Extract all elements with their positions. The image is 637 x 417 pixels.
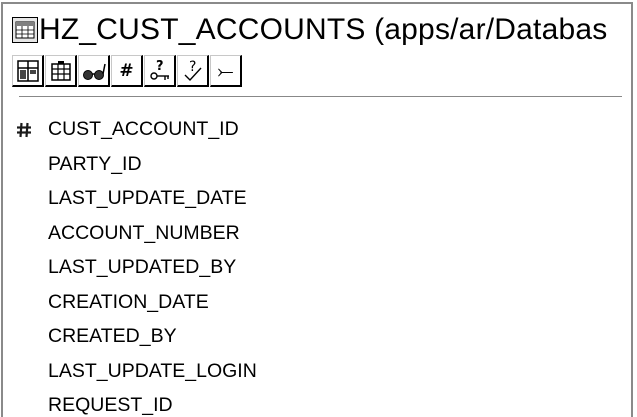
primary-key-button[interactable]: # bbox=[111, 55, 143, 87]
separator bbox=[19, 96, 622, 97]
unique-key-button[interactable]: ? bbox=[144, 55, 176, 87]
check-constraint-button[interactable]: ? bbox=[177, 55, 209, 87]
column-item-request-id[interactable]: REQUEST_ID bbox=[0, 393, 637, 417]
primary-key-icon bbox=[17, 122, 31, 138]
column-item-last-update-login[interactable]: LAST_UPDATE_LOGIN bbox=[0, 359, 637, 394]
column-name: LAST_UPDATE_LOGIN bbox=[48, 359, 257, 382]
toolbar: # ? ? ⤚ bbox=[12, 55, 242, 87]
column-name: CREATED_BY bbox=[48, 325, 177, 347]
table-icon bbox=[12, 17, 38, 43]
key-question-icon: ? bbox=[149, 59, 169, 80]
properties-icon bbox=[16, 59, 39, 82]
column-name: LAST_UPDATED_BY bbox=[48, 256, 237, 278]
column-item-cust-account-id[interactable]: CUST_ACCOUNT_ID bbox=[0, 117, 637, 152]
column-name: REQUEST_ID bbox=[48, 394, 173, 416]
column-name: ACCOUNT_NUMBER bbox=[48, 221, 240, 244]
column-name: LAST_UPDATE_DATE bbox=[48, 187, 247, 209]
fork-arrow-icon: ⤚ bbox=[217, 58, 234, 83]
column-item-account-number[interactable]: ACCOUNT_NUMBER bbox=[0, 221, 637, 256]
grid-icon bbox=[50, 60, 71, 81]
column-name: PARTY_ID bbox=[48, 152, 142, 175]
column-item-creation-date[interactable]: CREATION_DATE bbox=[0, 290, 637, 325]
column-name: CUST_ACCOUNT_ID bbox=[48, 118, 239, 140]
properties-button[interactable] bbox=[12, 55, 44, 87]
column-item-created-by[interactable]: CREATED_BY bbox=[0, 324, 637, 359]
hash-icon: # bbox=[119, 60, 134, 81]
glasses-icon bbox=[82, 63, 106, 80]
columns-button[interactable] bbox=[45, 55, 77, 87]
view-button[interactable] bbox=[78, 55, 110, 87]
check-question-icon: ? bbox=[184, 59, 202, 81]
foreign-key-button[interactable]: ⤚ bbox=[210, 55, 242, 87]
title-bar: HZ_CUST_ACCOUNTS (apps/ar/Databas bbox=[12, 10, 607, 50]
column-list: CUST_ACCOUNT_ID PARTY_ID LAST_UPDATE_DAT… bbox=[0, 117, 637, 417]
column-item-party-id[interactable]: PARTY_ID bbox=[0, 152, 637, 187]
svg-text:?: ? bbox=[156, 59, 164, 74]
column-item-last-update-date[interactable]: LAST_UPDATE_DATE bbox=[0, 186, 637, 221]
column-item-last-updated-by[interactable]: LAST_UPDATED_BY bbox=[0, 255, 637, 290]
table-title: HZ_CUST_ACCOUNTS (apps/ar/Databas bbox=[39, 13, 608, 46]
svg-text:?: ? bbox=[189, 59, 196, 75]
column-name: CREATION_DATE bbox=[48, 290, 209, 313]
